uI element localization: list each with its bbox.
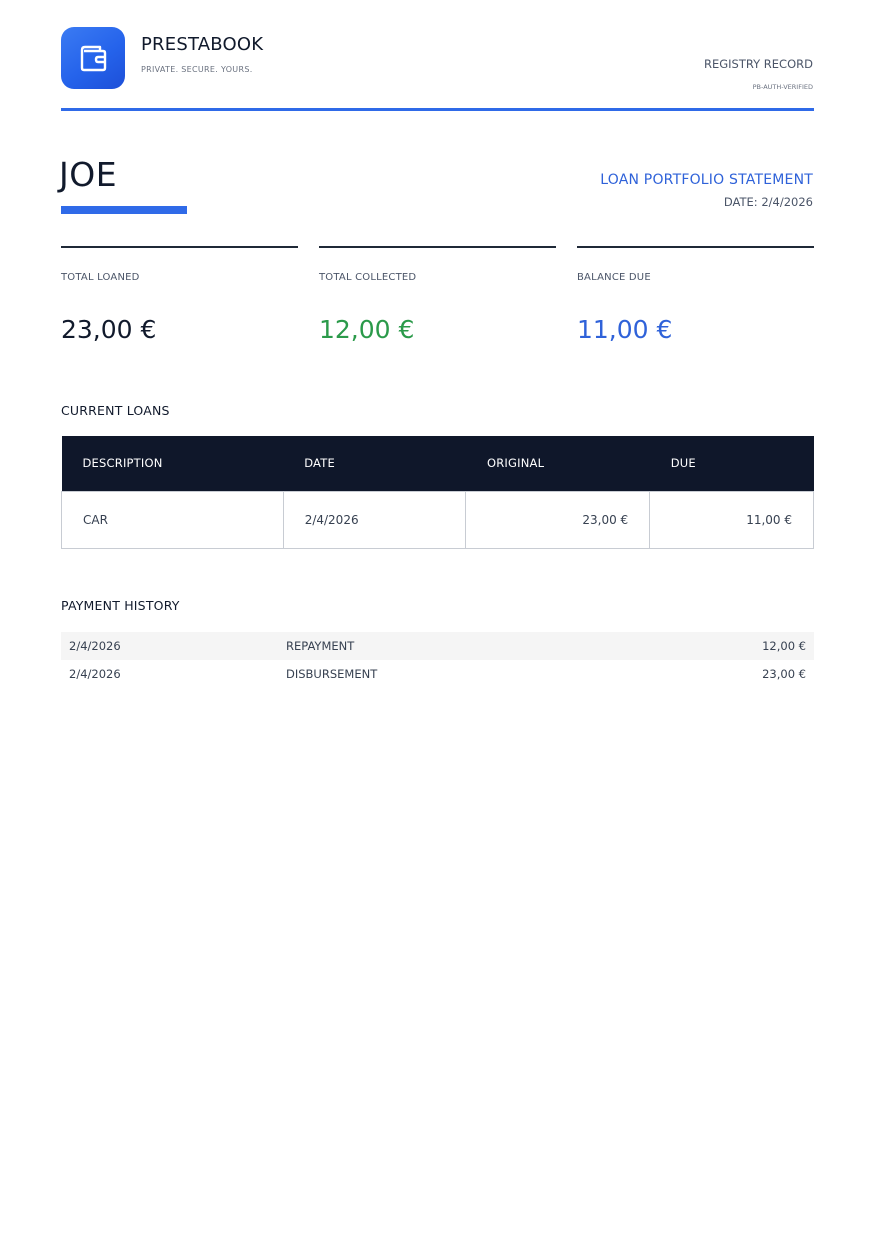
loan-original: 23,00 € [465, 490, 651, 549]
summary-label: TOTAL COLLECTED [319, 272, 417, 283]
list-item: 2/4/2026 REPAYMENT 12,00 € [61, 632, 814, 660]
summary-label: BALANCE DUE [577, 272, 651, 283]
table-row: CAR 2/4/2026 23,00 € 11,00 € [61, 490, 814, 549]
summary-value: 23,00 € [61, 315, 157, 344]
statement-date: DATE: 2/4/2026 [723, 195, 813, 209]
payment-history-title: PAYMENT HISTORY [61, 598, 180, 613]
loan-description: CAR [61, 490, 284, 549]
payment-type: REPAYMENT [286, 639, 355, 653]
summary-value: 11,00 € [577, 315, 673, 344]
wallet-icon [80, 45, 107, 72]
summary-label: TOTAL LOANED [61, 272, 140, 283]
loan-due: 11,00 € [649, 490, 814, 549]
current-loans-title: CURRENT LOANS [61, 403, 170, 418]
column-header-due: DUE [649, 436, 814, 491]
statement-page: PRESTABOOK PRIVATE. SECURE. YOURS. REGIS… [0, 0, 874, 1233]
summary-card-total-loaned: TOTAL LOANED 23,00 € [61, 246, 298, 356]
client-name: JOE [59, 155, 118, 194]
column-header-date: DATE [283, 436, 466, 491]
current-loans-table: DESCRIPTION DATE ORIGINAL DUE CAR 2/4/20… [61, 436, 814, 549]
payment-history-list: 2/4/2026 REPAYMENT 12,00 € 2/4/2026 DISB… [61, 632, 814, 688]
list-item: 2/4/2026 DISBURSEMENT 23,00 € [61, 660, 814, 688]
brand-logo [61, 27, 125, 89]
brand-name: PRESTABOOK [141, 34, 264, 55]
column-header-original: ORIGINAL [465, 436, 650, 491]
summary-value: 12,00 € [319, 315, 415, 344]
header-divider [61, 108, 814, 111]
statement-title: LOAN PORTFOLIO STATEMENT [600, 172, 813, 188]
payment-type: DISBURSEMENT [286, 667, 378, 681]
payment-date: 2/4/2026 [69, 667, 121, 681]
summary-cards: TOTAL LOANED 23,00 € TOTAL COLLECTED 12,… [61, 246, 814, 356]
summary-card-total-collected: TOTAL COLLECTED 12,00 € [319, 246, 556, 356]
payment-date: 2/4/2026 [69, 639, 121, 653]
table-header-row: DESCRIPTION DATE ORIGINAL DUE [61, 436, 814, 491]
verification-code: PB-AUTH-VERIFIED [752, 83, 813, 91]
registry-label: REGISTRY RECORD [703, 57, 813, 71]
column-header-description: DESCRIPTION [61, 436, 284, 491]
client-name-underline [61, 206, 187, 214]
summary-card-balance-due: BALANCE DUE 11,00 € [577, 246, 814, 356]
payment-amount: 12,00 € [762, 639, 806, 653]
loan-date: 2/4/2026 [282, 490, 467, 549]
payment-amount: 23,00 € [762, 667, 806, 681]
brand-tagline: PRIVATE. SECURE. YOURS. [141, 65, 253, 74]
